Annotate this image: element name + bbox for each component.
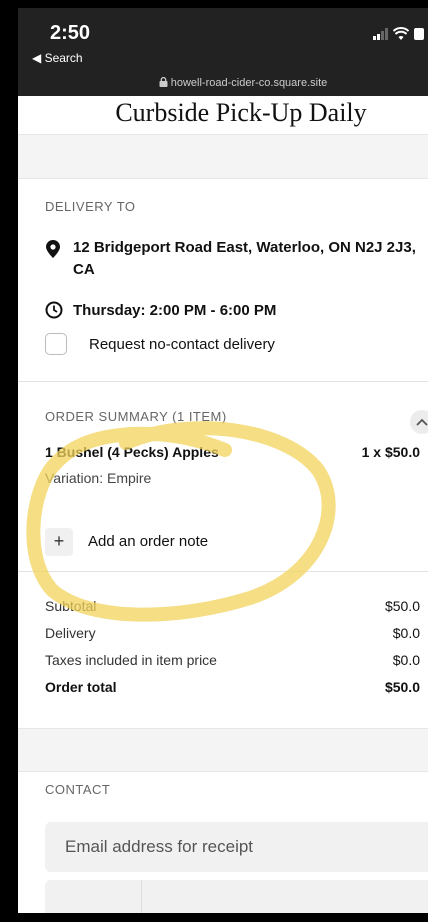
frame-edge [428, 0, 436, 922]
subtotal-label: Subtotal [45, 598, 97, 614]
item-variation: Variation: Empire [45, 470, 152, 486]
item-qty-price: 1 x $50.0 [361, 444, 420, 460]
plus-icon: + [53, 531, 65, 551]
section-separator [18, 728, 428, 772]
chevron-up-icon [416, 418, 428, 426]
battery-icon [414, 28, 424, 40]
address-line-2: CA [73, 261, 95, 278]
delivery-heading: DELIVERY TO [45, 199, 136, 214]
add-note-label[interactable]: Add an order note [88, 533, 208, 550]
delivery-fee-label: Delivery [45, 625, 96, 641]
signal-icon [373, 28, 388, 40]
order-summary-heading: ORDER SUMMARY (1 ITEM) [45, 409, 227, 424]
delivery-fee-value: $0.0 [392, 625, 420, 641]
address-line-1: 12 Bridgeport Road East, Waterloo, ON N2… [73, 239, 416, 256]
name-fields-row[interactable] [45, 880, 428, 913]
clock-icon [45, 301, 63, 319]
back-to-search-link[interactable]: ◀ Search [32, 51, 83, 65]
taxes-label: Taxes included in item price [45, 652, 217, 668]
contact-heading: CONTACT [45, 782, 111, 797]
collapse-button[interactable] [410, 410, 428, 434]
device-frame: 2:50 ◀ Search howell-road-cider-co.squar… [0, 0, 436, 922]
lock-icon [159, 77, 168, 87]
url-bar[interactable]: howell-road-cider-co.square.site [18, 77, 428, 89]
clock-time: 2:50 [50, 22, 91, 44]
order-total-label: Order total [45, 679, 117, 695]
url-text: howell-road-cider-co.square.site [170, 77, 328, 89]
section-separator [18, 134, 428, 179]
field-divider [141, 880, 142, 913]
divider [18, 381, 428, 382]
add-note-button[interactable]: + [45, 528, 73, 556]
taxes-value: $0.0 [392, 652, 420, 668]
location-pin-icon [46, 240, 60, 258]
divider [18, 571, 428, 572]
status-icons [373, 27, 424, 41]
subtotal-value: $50.0 [384, 598, 420, 614]
no-contact-label[interactable]: Request no-contact delivery [89, 336, 275, 353]
phone-screen: 2:50 ◀ Search howell-road-cider-co.squar… [18, 8, 428, 913]
email-field[interactable] [45, 822, 428, 872]
item-name: 1 Bushel (4 Pecks) Apples [45, 444, 219, 460]
delivery-time-window: Thursday: 2:00 PM - 6:00 PM [73, 302, 277, 319]
status-bar: 2:50 ◀ Search howell-road-cider-co.squar… [18, 8, 428, 96]
wifi-icon [393, 27, 409, 40]
page-title: Curbside Pick-Up Daily [115, 98, 367, 127]
no-contact-checkbox[interactable] [45, 333, 67, 355]
order-total-value: $50.0 [384, 679, 420, 695]
delivery-address: 12 Bridgeport Road East, Waterloo, ON N2… [73, 237, 428, 281]
